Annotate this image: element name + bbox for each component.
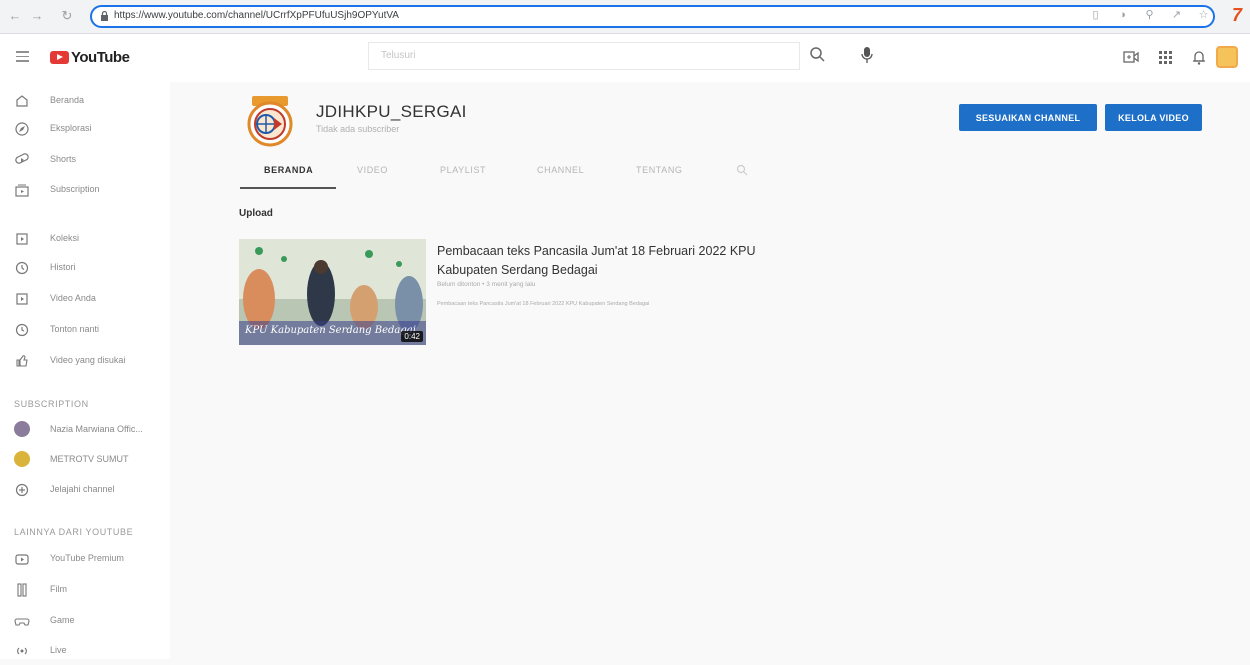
back-icon[interactable]: ← bbox=[8, 9, 22, 23]
active-tab-indicator bbox=[240, 187, 336, 189]
menu-icon[interactable] bbox=[16, 51, 29, 62]
uploads-section-title: Upload bbox=[239, 208, 273, 219]
search-icon[interactable] bbox=[808, 45, 828, 65]
sidebar-item-subscriptions[interactable]: Subscription bbox=[0, 178, 170, 204]
header-actions bbox=[1080, 46, 1250, 70]
account-avatar[interactable] bbox=[1216, 46, 1238, 68]
explore-icon bbox=[15, 122, 29, 136]
sidebar-item-label: Subscription bbox=[50, 184, 100, 194]
browser-toolbar: ← → ↻ https://www.youtube.com/channel/UC… bbox=[0, 0, 1250, 34]
logo-text: YouTube bbox=[71, 49, 130, 66]
lock-icon bbox=[101, 11, 108, 21]
sidebar-item-label: Jelajahi channel bbox=[50, 484, 115, 494]
sidebar-item-label: Shorts bbox=[50, 154, 77, 164]
avatar bbox=[14, 421, 30, 437]
sidebar-item-label: Histori bbox=[50, 262, 76, 272]
avatar bbox=[14, 451, 30, 467]
youtube-play-icon bbox=[50, 51, 69, 64]
live-icon bbox=[17, 647, 27, 655]
address-bar[interactable]: https://www.youtube.com/channel/UCrrfXpP… bbox=[90, 5, 1215, 28]
home-icon bbox=[16, 95, 28, 107]
video-meta: Belum ditonton • 3 menit yang lalu bbox=[437, 281, 536, 288]
sidebar-item-label: Nazia Marwiana Offic... bbox=[50, 424, 143, 434]
tab-videos[interactable]: VIDEO bbox=[357, 165, 388, 175]
channel-page: JDIHKPU_SERGAI Tidak ada subscriber SESU… bbox=[170, 82, 1250, 659]
mic-icon[interactable] bbox=[860, 45, 874, 65]
bookmark-star-icon[interactable]: ☆ bbox=[1197, 9, 1210, 22]
sidebar-item-label: Video yang disukai bbox=[50, 355, 126, 365]
video-duration: 0:42 bbox=[401, 331, 423, 342]
premium-icon bbox=[15, 554, 29, 565]
tab-channels[interactable]: CHANNEL bbox=[537, 165, 584, 175]
browser-profile-icon[interactable]: 7 bbox=[1232, 5, 1242, 26]
tab-home[interactable]: BERANDA bbox=[264, 165, 313, 175]
install-icon[interactable]: ▯ bbox=[1089, 9, 1102, 22]
shorts-icon bbox=[15, 153, 29, 164]
sidebar-item-label: Beranda bbox=[50, 95, 85, 105]
sidebar-item-label: Koleksi bbox=[50, 233, 80, 243]
history-icon bbox=[15, 261, 29, 275]
forward-icon[interactable]: → bbox=[30, 9, 44, 23]
sidebar-item-youtube-premium[interactable]: YouTube Premium bbox=[0, 547, 170, 573]
sidebar-item-library[interactable]: Koleksi bbox=[0, 227, 170, 253]
create-video-icon[interactable] bbox=[1122, 48, 1140, 66]
video-description: Pembacaan teks Pancasila Jum'at 18 Febru… bbox=[437, 301, 650, 307]
add-circle-icon bbox=[15, 483, 29, 497]
watch-later-icon bbox=[15, 323, 29, 337]
customize-channel-button[interactable]: SESUAIKAN CHANNEL bbox=[959, 104, 1097, 131]
sidebar-item-home[interactable]: Beranda bbox=[0, 89, 170, 115]
youtube-header: YouTube Telusuri bbox=[0, 34, 1250, 82]
sidebar-item-label: Tonton nanti bbox=[50, 324, 100, 334]
sidebar-item-browse-channels[interactable]: Jelajahi channel bbox=[0, 478, 170, 504]
translate-icon[interactable]: ◑ bbox=[1116, 9, 1129, 22]
sidebar-item-subscription-channel[interactable]: METROTV SUMUT bbox=[0, 448, 170, 474]
sidebar-item-explore[interactable]: Eksplorasi bbox=[0, 117, 170, 143]
browser-actions: ▯ ◑ ⚲ ↗ ☆ bbox=[1089, 9, 1210, 22]
video-thumbnail[interactable]: KPU Kabupaten Serdang Bedagai 0:42 bbox=[239, 239, 426, 345]
zoom-icon[interactable]: ⚲ bbox=[1143, 9, 1156, 22]
sidebar-item-label: YouTube Premium bbox=[50, 553, 124, 563]
sidebar-item-live[interactable]: Live bbox=[0, 639, 170, 665]
library-icon bbox=[16, 233, 28, 245]
sidebar-item-label: Video Anda bbox=[50, 293, 96, 303]
sidebar-item-subscription-channel[interactable]: Nazia Marwiana Offic... bbox=[0, 418, 170, 444]
share-icon[interactable]: ↗ bbox=[1170, 9, 1183, 22]
channel-search-icon[interactable] bbox=[736, 164, 748, 176]
tab-playlists[interactable]: PLAYLIST bbox=[440, 165, 486, 175]
sidebar-item-label: Eksplorasi bbox=[50, 123, 92, 133]
channel-name: JDIHKPU_SERGAI bbox=[316, 102, 467, 121]
liked-icon bbox=[16, 355, 28, 367]
sidebar-item-game[interactable]: Game bbox=[0, 609, 170, 635]
channel-avatar[interactable] bbox=[242, 94, 298, 150]
sidebar-item-label: Live bbox=[50, 645, 67, 655]
manage-videos-button[interactable]: KELOLA VIDEO bbox=[1105, 104, 1202, 131]
more-from-youtube-heading: LAINNYA DARI YOUTUBE bbox=[14, 527, 134, 537]
subscriber-count: Tidak ada subscriber bbox=[316, 124, 400, 134]
your-videos-icon bbox=[16, 293, 28, 305]
sidebar-item-label: METROTV SUMUT bbox=[50, 454, 129, 464]
subscriptions-icon bbox=[15, 184, 29, 197]
sidebar-item-label: Film bbox=[50, 584, 67, 594]
reload-icon[interactable]: ↻ bbox=[60, 9, 74, 23]
search-input[interactable]: Telusuri bbox=[368, 42, 800, 70]
video-title[interactable]: Pembacaan teks Pancasila Jum'at 18 Febru… bbox=[437, 242, 787, 280]
notifications-bell-icon[interactable] bbox=[1190, 48, 1208, 66]
sidebar-item-shorts[interactable]: Shorts bbox=[0, 148, 170, 174]
sidebar-item-film[interactable]: Film bbox=[0, 578, 170, 604]
sidebar-item-your-videos[interactable]: Video Anda bbox=[0, 287, 170, 313]
sidebar-item-liked-videos[interactable]: Video yang disukai bbox=[0, 349, 170, 375]
film-icon bbox=[17, 583, 27, 597]
subscription-heading: SUBSCRIPTION bbox=[14, 399, 89, 409]
apps-icon[interactable] bbox=[1156, 48, 1174, 66]
sidebar-item-label: Game bbox=[50, 615, 75, 625]
sidebar: Beranda Eksplorasi Shorts Subscription K… bbox=[0, 82, 170, 659]
url-text: https://www.youtube.com/channel/UCrrfXpP… bbox=[114, 10, 399, 21]
youtube-logo[interactable]: YouTube bbox=[50, 49, 130, 66]
tab-about[interactable]: TENTANG bbox=[636, 165, 683, 175]
search-placeholder: Telusuri bbox=[381, 50, 416, 61]
game-icon bbox=[14, 618, 30, 626]
thumbnail-caption: KPU Kabupaten Serdang Bedagai bbox=[245, 325, 416, 336]
sidebar-item-history[interactable]: Histori bbox=[0, 256, 170, 282]
sidebar-item-watch-later[interactable]: Tonton nanti bbox=[0, 318, 170, 344]
